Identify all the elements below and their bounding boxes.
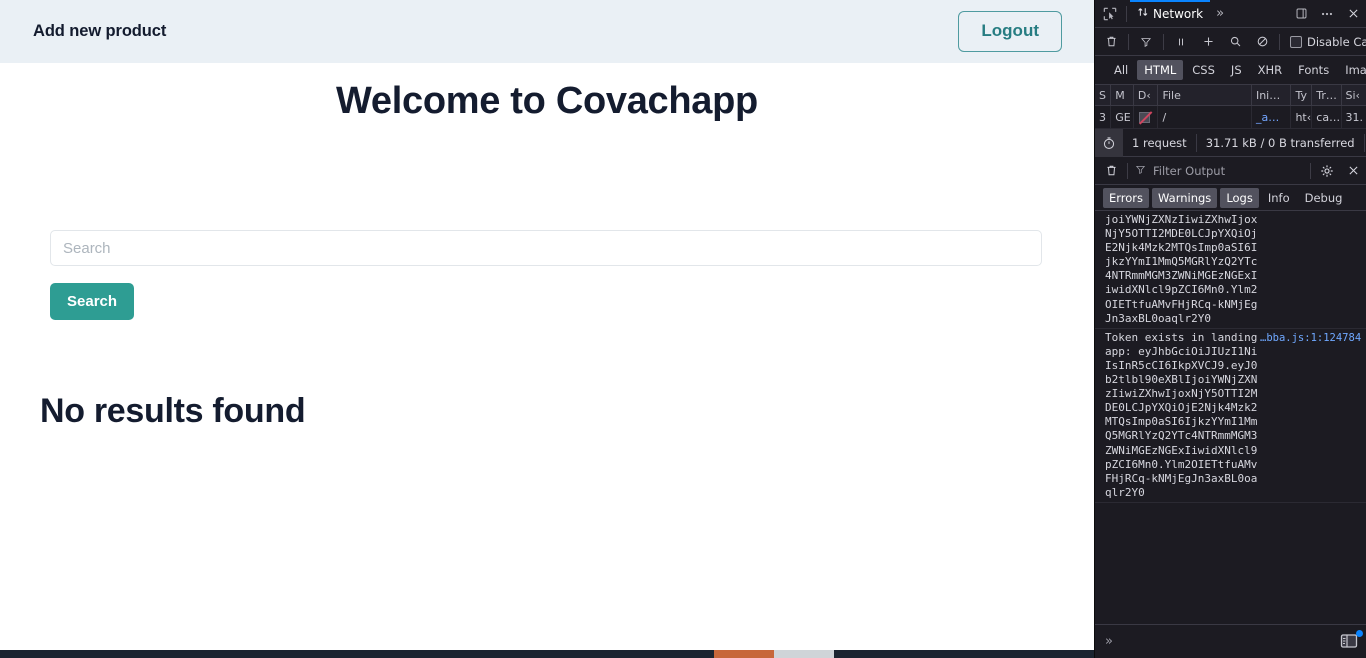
cell-method: GE <box>1111 105 1134 129</box>
column-initiator[interactable]: Ini… <box>1252 84 1292 106</box>
page-title: Add new product <box>33 22 167 40</box>
toolbar-divider <box>1126 5 1127 22</box>
console-message[interactable]: joiYWNjZXNzIiwiZXhwIjoxNjY5OTTI2MDE0LCJp… <box>1095 211 1366 329</box>
cell-initiator: _a… <box>1252 105 1292 129</box>
network-type-filters: All HTML CSS JS XHR Fonts Images M <box>1095 56 1366 85</box>
console-filter-input[interactable] <box>1151 162 1307 179</box>
search-button[interactable]: Search <box>50 283 135 320</box>
column-file[interactable]: File <box>1158 84 1252 106</box>
cache-blocked-icon <box>1138 110 1152 124</box>
os-taskbar <box>0 650 1094 658</box>
split-console-badge <box>1356 629 1363 637</box>
column-transferred[interactable]: Tr… <box>1312 84 1342 106</box>
trash-icon[interactable] <box>1098 158 1124 184</box>
filter-all[interactable]: All <box>1107 60 1135 80</box>
tab-network-label: Network <box>1153 6 1204 21</box>
disable-cache-label: Disable Cache <box>1307 34 1366 49</box>
web-page-content: Add new product Logout Welcome to Covach… <box>0 0 1094 658</box>
network-summary-bar: 1 request 31.71 kB / 0 B transferred Fin <box>1095 128 1366 157</box>
no-entry-icon[interactable] <box>1249 29 1275 55</box>
console-message-text: joiYWNjZXNzIiwiZXhwIjoxNjY5OTTI2MDE0LCJp… <box>1105 213 1258 325</box>
filter-html[interactable]: HTML <box>1137 60 1184 80</box>
network-table-header: S M D‹ File Ini… Ty Tr… Si‹ <box>1095 84 1366 106</box>
level-warnings[interactable]: Warnings <box>1152 187 1218 208</box>
column-size[interactable]: Si‹ <box>1342 85 1366 106</box>
close-devtools-icon[interactable] <box>1340 1 1366 27</box>
dock-panel-icon[interactable] <box>1288 1 1314 27</box>
no-results-message: No results found <box>40 392 306 430</box>
toolbar-divider <box>1127 162 1128 179</box>
app-header: Add new product Logout <box>0 0 1094 63</box>
console-message[interactable]: Token exists in landing app: eyJhbGciOiJ… <box>1095 329 1366 503</box>
cell-type: ht‹ <box>1291 105 1313 129</box>
toolbar-divider <box>1128 33 1129 50</box>
more-tabs-chevron-icon[interactable]: » <box>1210 6 1230 21</box>
console-message-source[interactable]: …bba.js:1:124784 <box>1260 331 1365 345</box>
taskbar-app-icon-2 <box>774 650 834 658</box>
stopwatch-icon[interactable] <box>1095 128 1123 157</box>
devtools-toolbar: Network » <box>1095 0 1366 28</box>
transferred-size: 31.71 kB / 0 B transferred <box>1197 133 1365 152</box>
close-console-icon[interactable] <box>1340 158 1366 184</box>
toolbar-divider <box>1163 33 1164 50</box>
plus-icon[interactable] <box>1195 29 1221 55</box>
toolbar-divider <box>1310 162 1311 179</box>
filter-css[interactable]: CSS <box>1185 60 1222 80</box>
tab-network[interactable]: Network <box>1130 0 1211 28</box>
column-method[interactable]: M <box>1111 84 1134 106</box>
pause-icon[interactable] <box>1168 29 1194 55</box>
filter-js[interactable]: JS <box>1224 60 1249 80</box>
cell-transferred: ca… <box>1312 105 1342 129</box>
search-area: Search <box>50 230 1042 320</box>
inspector-picker-icon[interactable] <box>1097 1 1123 27</box>
cell-file: / <box>1158 105 1252 129</box>
funnel-icon[interactable] <box>1133 29 1159 55</box>
network-arrows-icon <box>1137 6 1149 21</box>
split-console-icon[interactable] <box>1340 629 1363 651</box>
level-debug[interactable]: Debug <box>1299 188 1349 208</box>
cell-size: 31. <box>1345 110 1364 124</box>
magnifier-icon[interactable] <box>1222 29 1248 55</box>
filter-xhr[interactable]: XHR <box>1251 60 1290 80</box>
column-domain[interactable]: D‹ <box>1134 84 1159 106</box>
column-status[interactable]: S <box>1095 84 1112 106</box>
taskbar-app-icon-1 <box>714 650 774 658</box>
console-prompt-icon: » <box>1105 634 1113 649</box>
search-input[interactable] <box>50 230 1042 266</box>
welcome-heading: Welcome to Covachapp <box>336 80 758 122</box>
column-type[interactable]: Ty <box>1291 84 1313 106</box>
filter-fonts[interactable]: Fonts <box>1291 60 1336 80</box>
network-toolbar: Disable Cache <box>1095 28 1366 56</box>
level-info[interactable]: Info <box>1262 188 1296 208</box>
console-level-filters: Errors Warnings Logs Info Debug CSS <box>1095 185 1366 211</box>
gear-icon[interactable] <box>1314 158 1340 184</box>
disable-cache-checkbox[interactable] <box>1290 35 1302 48</box>
console-output[interactable]: joiYWNjZXNzIiwiZXhwIjoxNjY5OTTI2MDE0LCJp… <box>1095 211 1366 624</box>
meatball-menu-icon[interactable] <box>1314 1 1340 27</box>
cell-domain <box>1134 105 1159 129</box>
logout-button[interactable]: Logout <box>958 11 1062 52</box>
toolbar-divider <box>1279 33 1280 50</box>
filter-images[interactable]: Images <box>1338 60 1366 80</box>
console-input-bar[interactable]: » <box>1095 624 1366 658</box>
level-errors[interactable]: Errors <box>1103 187 1150 208</box>
console-filter-field[interactable] <box>1131 162 1307 179</box>
table-row[interactable]: 3 GE / _a… ht‹ ca… 31. <box>1095 105 1366 129</box>
devtools-panel: Network » Disable C All HTML CSS JS XHR … <box>1094 0 1366 658</box>
level-css[interactable]: CSS <box>1360 188 1366 208</box>
console-toolbar <box>1095 157 1366 185</box>
level-logs[interactable]: Logs <box>1220 187 1259 208</box>
request-count: 1 request <box>1123 133 1197 152</box>
disable-cache-toggle[interactable]: Disable Cache <box>1284 35 1366 49</box>
cell-status: 3 <box>1095 105 1112 129</box>
browser-window: Add new product Logout Welcome to Covach… <box>0 0 1366 658</box>
console-message-text: Token exists in landing app: eyJhbGciOiJ… <box>1105 330 1264 499</box>
trash-icon[interactable] <box>1098 29 1124 55</box>
funnel-icon <box>1135 164 1146 178</box>
